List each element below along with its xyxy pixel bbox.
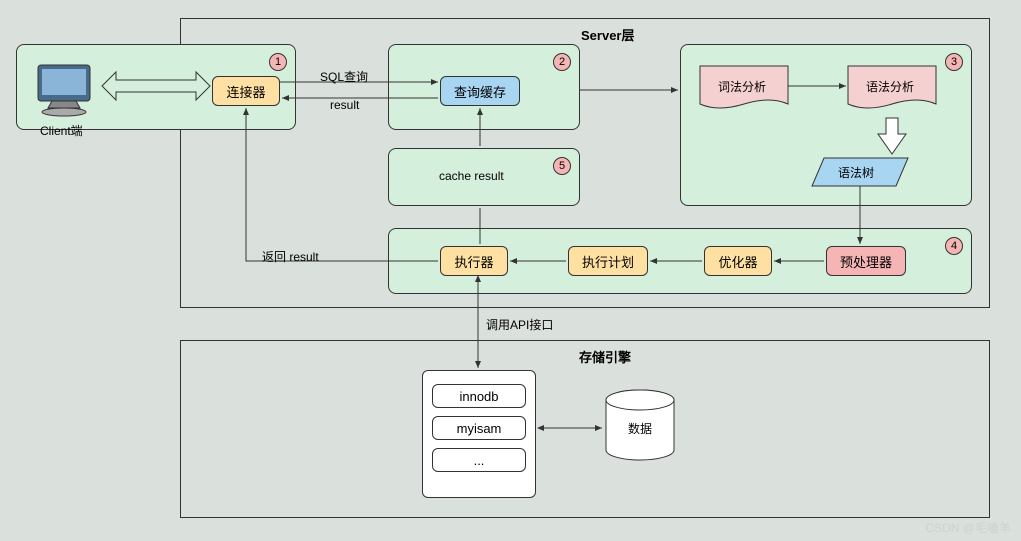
exec-plan-node: 执行计划 [568, 246, 648, 276]
connector-text: 连接器 [226, 82, 265, 101]
analyzer-box: 3 [680, 44, 972, 206]
exec-plan-text: 执行计划 [582, 252, 634, 271]
watermark: CSDN @毛嗑羊 [925, 519, 1011, 536]
executor-node: 执行器 [440, 246, 508, 276]
badge-5: 5 [553, 157, 571, 175]
query-cache-node: 查询缓存 [440, 76, 520, 106]
optimizer-node: 优化器 [704, 246, 772, 276]
storage-engine-container: 存储引擎 [180, 340, 990, 518]
executor-text: 执行器 [454, 252, 493, 271]
badge-4: 4 [945, 237, 963, 255]
preprocessor-text: 预处理器 [840, 252, 892, 271]
data-cyl-text: 数据 [628, 420, 652, 437]
badge-3: 3 [945, 53, 963, 71]
badge-2: 2 [553, 53, 571, 71]
result-label: result [330, 98, 359, 112]
api-label: 调用API接口 [486, 316, 553, 333]
preprocessor-node: 预处理器 [826, 246, 906, 276]
sql-query-label: SQL查询 [320, 68, 368, 85]
return-result-label: 返回 result [262, 248, 319, 265]
syntax-text: 语法分析 [866, 78, 914, 95]
badge-1: 1 [269, 53, 287, 71]
myisam-node: myisam [432, 416, 526, 440]
server-layer-title: Server层 [581, 25, 634, 44]
ellipsis-text: ... [474, 453, 485, 468]
query-cache-text: 查询缓存 [454, 82, 506, 101]
innodb-text: innodb [459, 389, 498, 404]
connector-node: 连接器 [212, 76, 280, 106]
cache-result-label: cache result [439, 169, 504, 183]
innodb-node: innodb [432, 384, 526, 408]
ellipsis-node: ... [432, 448, 526, 472]
optimizer-text: 优化器 [718, 252, 757, 271]
storage-engine-title: 存储引擎 [579, 347, 631, 366]
lexical-text: 词法分析 [718, 78, 766, 95]
syntax-tree-text: 语法树 [838, 164, 874, 181]
myisam-text: myisam [457, 421, 502, 436]
client-label: Client端 [40, 122, 83, 139]
cache-result-box: 5 cache result [388, 148, 580, 206]
